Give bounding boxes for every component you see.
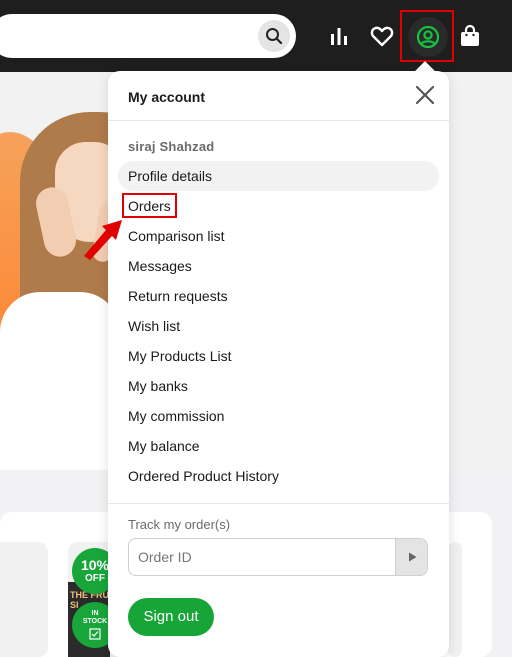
check-box-icon [89,628,101,640]
page: THE FRU SI 10% OFF IN STOCK My account s… [0,0,512,657]
menu-item-return-requests[interactable]: Return requests [118,281,439,311]
menu-item-profile-details[interactable]: Profile details [118,161,439,191]
user-name: siraj Shahzad [128,139,215,154]
menu-item-comparison-list[interactable]: Comparison list [118,221,439,251]
menu-item-wish-list[interactable]: Wish list [118,311,439,341]
top-navigation-bar [0,0,512,72]
product-card[interactable] [448,542,462,657]
heart-icon [370,26,394,47]
play-arrow-icon [408,552,416,562]
track-order-field [128,538,428,576]
sign-out-button[interactable]: Sign out [128,598,214,636]
order-id-input[interactable] [129,539,397,575]
product-card[interactable] [0,542,48,657]
menu-item-ordered-product-history[interactable]: Ordered Product History [118,461,439,491]
account-icon [416,25,440,49]
compare-button[interactable] [321,18,357,54]
cart-button[interactable] [452,18,488,54]
menu-item-my-products-list[interactable]: My Products List [118,341,439,371]
shopping-bag-icon [461,24,479,46]
search-button[interactable] [258,20,290,52]
search-bar[interactable] [0,14,296,58]
account-button[interactable] [408,17,448,57]
close-button[interactable] [413,83,437,107]
account-button-highlight [400,10,454,62]
orders-highlight-box [122,193,177,218]
hero-model-shirt [0,292,120,470]
divider [108,503,449,504]
menu-item-messages[interactable]: Messages [118,251,439,281]
track-order-submit-button[interactable] [395,539,427,575]
compare-chart-icon [331,28,347,45]
search-icon [266,28,283,45]
divider [108,120,449,121]
menu-item-my-commission[interactable]: My commission [118,401,439,431]
wishlist-button[interactable] [364,18,400,54]
menu-item-my-banks[interactable]: My banks [118,371,439,401]
account-dropdown: My account siraj Shahzad Profile details… [108,71,449,657]
track-order-label: Track my order(s) [128,517,231,532]
dropdown-title: My account [128,89,206,105]
red-pointer-arrow-icon [84,220,122,260]
menu-item-my-balance[interactable]: My balance [118,431,439,461]
close-icon [415,85,435,105]
